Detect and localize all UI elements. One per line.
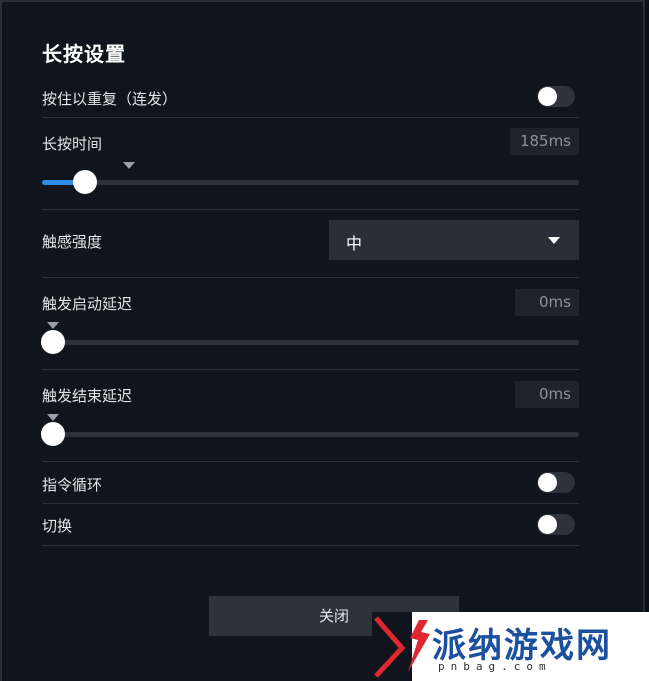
switch-label: 切换 [42,517,73,535]
slider-thumb[interactable] [73,170,97,194]
switch-toggle[interactable] [537,514,575,535]
divider [42,117,579,118]
default-marker-icon [47,322,59,329]
trigger-end-row: 触发结束延迟 0ms [42,381,579,408]
repeat-toggle[interactable] [537,86,575,107]
trigger-start-value[interactable]: 0ms [515,289,579,316]
toggle-knob [538,515,557,534]
default-marker-icon [123,162,135,169]
divider [42,503,579,504]
chevron-down-icon [548,237,560,244]
long-press-settings-panel: 长按设置 按住以重复（连发） 长按时间 185ms 触感强度 中 触发启动延迟 … [0,0,645,681]
press-time-value[interactable]: 185ms [510,128,579,155]
watermark-logo-icon [404,618,434,678]
watermark: 派纳游戏网 pnbag.com [372,612,649,681]
trigger-start-label: 触发启动延迟 [42,295,133,313]
panel-title: 长按设置 [42,42,126,66]
vibration-selected: 中 [346,234,363,253]
switch-row: 切换 [42,514,579,536]
toggle-knob [538,87,557,106]
vibration-select[interactable]: 中 [329,220,579,260]
trigger-end-label: 触发结束延迟 [42,387,133,405]
press-time-slider[interactable] [42,170,579,194]
repeat-label: 按住以重复（连发） [42,90,178,108]
trigger-end-slider[interactable] [41,422,579,446]
press-time-row: 长按时间 185ms [42,128,579,158]
divider [42,209,579,210]
divider [42,277,579,278]
vibration-label: 触感强度 [42,233,103,251]
divider [42,461,579,462]
slider-thumb[interactable] [41,422,65,446]
slider-track [42,432,579,437]
toggle-knob [538,473,557,492]
press-time-label: 长按时间 [42,135,103,153]
slider-track [42,340,579,345]
default-marker-icon [47,414,59,421]
trigger-end-value[interactable]: 0ms [515,381,579,408]
loop-toggle[interactable] [537,472,575,493]
watermark-subtext: pnbag.com [438,660,552,673]
vibration-row: 触感强度 中 [42,220,579,260]
divider [42,369,579,370]
trigger-start-slider[interactable] [41,330,579,354]
trigger-start-row: 触发启动延迟 0ms [42,289,579,316]
loop-row: 指令循环 [42,472,579,494]
slider-track [42,180,579,185]
loop-label: 指令循环 [42,476,103,494]
repeat-row: 按住以重复（连发） [42,86,579,110]
slider-thumb[interactable] [41,330,65,354]
divider [42,545,579,546]
